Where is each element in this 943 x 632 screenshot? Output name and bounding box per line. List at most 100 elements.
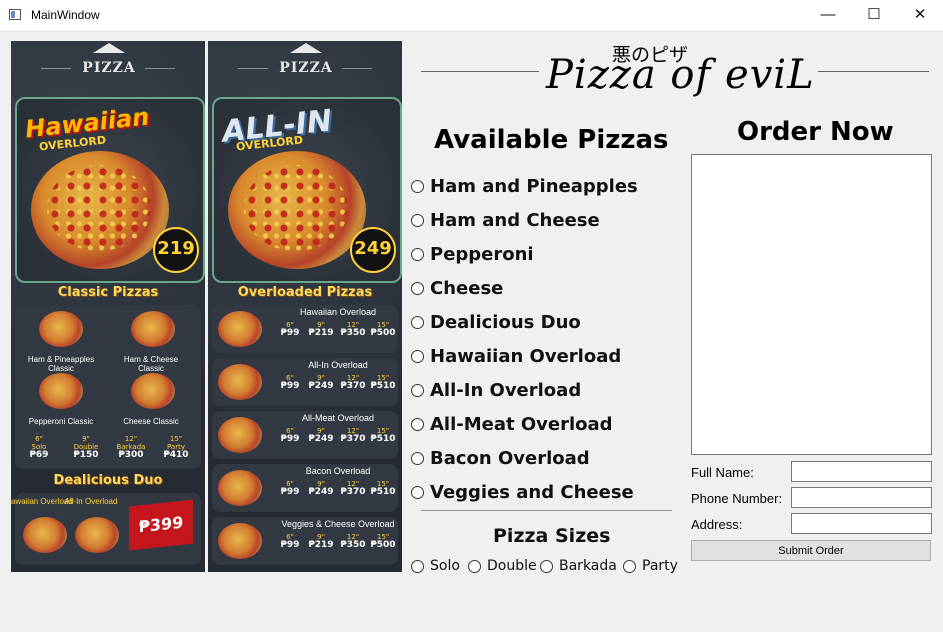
overload-price: 12" ₱350 <box>340 533 366 550</box>
submit-order-button[interactable]: Submit Order <box>691 540 931 561</box>
pizza-image <box>218 417 262 453</box>
classic-price: 15" Party ₱410 <box>163 435 189 460</box>
radio-button[interactable] <box>411 214 424 227</box>
brand-divider <box>342 68 372 69</box>
pizza-image <box>131 373 175 409</box>
overload-row: Hawaiian Overload 6" ₱99 9" ₱219 12" ₱350 1… <box>212 305 398 353</box>
maximize-icon: ☐ <box>867 6 881 23</box>
overload-price: 15" ₱500 <box>370 321 396 338</box>
pizza-sizes-heading: Pizza Sizes <box>493 525 611 547</box>
overload-price: 9" ₱249 <box>308 480 334 497</box>
logo-title: Pizza of eviL <box>546 52 815 98</box>
radio-button[interactable] <box>411 560 424 573</box>
overload-name: All-Meat Overload <box>301 413 375 423</box>
overloaded-heading: Overloaded Pizzas <box>237 285 373 300</box>
overload-row: All-Meat Overload 6" ₱99 9" ₱249 12" ₱370 1… <box>212 411 398 459</box>
radio-button[interactable] <box>411 248 424 261</box>
pizza-brand-badge: PIZZA <box>74 43 144 81</box>
minimize-icon: — <box>820 6 836 23</box>
duo-price-tag: ₱399 <box>129 499 193 551</box>
overload-price: 9" ₱219 <box>308 533 334 550</box>
brand-divider <box>145 68 175 69</box>
overload-price: 12" ₱370 <box>340 480 366 497</box>
pizza-image <box>31 151 169 269</box>
app-window-icon <box>9 9 21 20</box>
menu-image-overloaded: PIZZA ALL-IN OVERLORD 249 Overloaded Piz… <box>208 41 402 572</box>
overload-price: 15" ₱510 <box>370 480 396 497</box>
minimize-button[interactable]: — <box>805 0 851 31</box>
phone-number-label: Phone Number: <box>691 491 783 506</box>
overload-price: 12" ₱370 <box>340 427 366 444</box>
overload-price: 15" ₱500 <box>370 533 396 550</box>
classic-price: 6" Solo ₱69 <box>29 435 49 460</box>
duo-card: Hawaiian Overload All-In Overload ₱399 <box>11 493 201 565</box>
radio-button[interactable] <box>623 560 636 573</box>
phone-number-field[interactable] <box>791 487 932 508</box>
pizza-option-label: Pepperoni <box>430 244 534 265</box>
pizza-option-label: Veggies and Cheese <box>430 482 634 503</box>
hero-card: ALL-IN OVERLORD 249 <box>212 97 402 283</box>
overload-row: Bacon Overload 6" ₱99 9" ₱249 12" ₱370 15" ₱… <box>212 464 398 512</box>
radio-button[interactable] <box>411 180 424 193</box>
pizza-image <box>218 470 262 506</box>
pizza-image <box>39 373 83 409</box>
pizza-image <box>228 151 366 269</box>
overload-row: All-In Overload 6" ₱99 9" ₱249 12" ₱370 15"… <box>212 358 398 406</box>
full-name-label: Full Name: <box>691 465 754 480</box>
overload-price: 6" ₱99 <box>280 533 300 550</box>
hero-price-badge: 249 <box>350 227 396 273</box>
radio-button[interactable] <box>411 350 424 363</box>
radio-button[interactable] <box>468 560 481 573</box>
overload-price: 15" ₱510 <box>370 427 396 444</box>
size-option-label: Double <box>487 558 537 574</box>
pizza-option-label: Dealicious Duo <box>430 312 581 333</box>
classic-item-label: Ham & Cheese Classic <box>123 355 179 373</box>
radio-button[interactable] <box>411 282 424 295</box>
address-label: Address: <box>691 517 743 532</box>
radio-button[interactable] <box>411 452 424 465</box>
pizza-brand-badge: PIZZA <box>271 43 341 81</box>
menu-image-classic: PIZZA Hawaiian OVERLORD 219 Classic Pizz… <box>11 41 205 572</box>
overload-price: 15" ₱510 <box>370 374 396 391</box>
overload-name: All-In Overload <box>308 360 368 370</box>
hero-price-badge: 219 <box>153 227 199 273</box>
close-button[interactable]: ✕ <box>897 0 943 31</box>
order-summary-box[interactable] <box>691 154 932 455</box>
radio-button[interactable] <box>411 486 424 499</box>
pizza-image <box>39 311 83 347</box>
duo-label: All-In Overload <box>64 497 118 506</box>
size-option-label: Barkada <box>559 558 617 574</box>
header-line <box>818 71 929 72</box>
overload-price: 9" ₱249 <box>308 427 334 444</box>
radio-button[interactable] <box>540 560 553 573</box>
pizza-option-label: Hawaiian Overload <box>430 346 622 367</box>
classic-item-label: Pepperoni Classic <box>28 417 94 426</box>
overload-row: Veggies & Cheese Overload 6" ₱99 9" ₱219 1… <box>212 517 398 565</box>
overload-price: 9" ₱219 <box>308 321 334 338</box>
overload-price: 6" ₱99 <box>280 374 300 391</box>
title-bar: MainWindow — ☐ ✕ <box>0 0 943 32</box>
full-name-field[interactable] <box>791 461 932 482</box>
duo-heading: Dealicious Duo <box>53 473 163 488</box>
pizza-image <box>218 523 262 559</box>
radio-button[interactable] <box>411 384 424 397</box>
radio-button[interactable] <box>411 418 424 431</box>
section-divider <box>421 510 672 511</box>
close-icon: ✕ <box>913 6 927 23</box>
overload-name: Hawaiian Overload <box>299 307 377 317</box>
classic-item-label: Cheese Classic <box>123 417 179 426</box>
overload-name: Veggies & Cheese Overload <box>281 519 395 529</box>
order-now-heading: Order Now <box>737 117 894 147</box>
address-field[interactable] <box>791 513 932 534</box>
overload-price: 12" ₱370 <box>340 374 366 391</box>
classic-price: 9" Double ₱150 <box>73 435 99 460</box>
pizza-option-label: Bacon Overload <box>430 448 590 469</box>
available-pizzas-heading: Available Pizzas <box>434 125 669 155</box>
maximize-button[interactable]: ☐ <box>851 0 897 31</box>
size-option-label: Solo <box>430 558 460 574</box>
pizza-option-label: Ham and Cheese <box>430 210 600 231</box>
pizza-image <box>218 311 262 347</box>
pizza-option-label: All-In Overload <box>430 380 582 401</box>
radio-button[interactable] <box>411 316 424 329</box>
size-option-label: Party <box>642 558 678 574</box>
